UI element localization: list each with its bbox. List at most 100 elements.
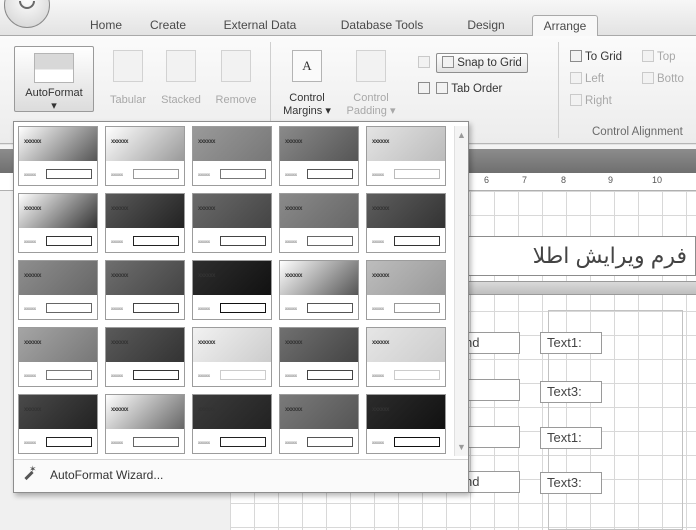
tab-order-icon (436, 82, 449, 94)
align-bottom-button[interactable]: Botto (642, 72, 684, 86)
tab-order-label: Tab Order (451, 83, 503, 95)
autoformat-style-thumbnail[interactable]: xxxxxx xxxxxx (18, 193, 98, 253)
scroll-down-icon[interactable]: ▼ (457, 442, 466, 452)
autoformat-style-thumbnail[interactable]: xxxxxx xxxxxx (105, 260, 185, 320)
text-control[interactable]: Text3: (540, 472, 602, 494)
ribbon-separator (558, 42, 559, 138)
thumbnail-textbox (307, 437, 353, 447)
tab-external-data[interactable]: External Data (210, 15, 310, 36)
thumbnail-textbox (46, 303, 92, 313)
align-bottom-icon (642, 72, 654, 84)
tab-arrange[interactable]: Arrange (532, 15, 598, 37)
thumbnail-title-text: xxxxxx (111, 206, 129, 212)
autoformat-style-thumbnail[interactable]: xxxxxx xxxxxx (366, 126, 446, 186)
stacked-button[interactable]: Stacked (158, 50, 204, 107)
thumbnail-textbox (220, 236, 266, 246)
thumbnail-textbox (220, 370, 266, 380)
thumbnail-title-text: xxxxxx (372, 139, 390, 145)
autoformat-style-thumbnail[interactable]: xxxxxx xxxxxx (279, 193, 359, 253)
form-title-label[interactable]: فرم ویرایش اطلا (440, 236, 696, 276)
thumbnail-textbox (133, 236, 179, 246)
autoformat-style-thumbnail[interactable]: xxxxxx xxxxxx (192, 394, 272, 454)
thumbnail-textbox (46, 437, 92, 447)
autoformat-style-thumbnail[interactable]: xxxxxx xxxxxx (279, 394, 359, 454)
thumbnail-textbox (220, 303, 266, 313)
autoformat-style-thumbnail[interactable]: xxxxxx xxxxxx (18, 260, 98, 320)
ruler-mark: 10 (652, 175, 663, 185)
autoformat-style-thumbnail[interactable]: xxxxxx xxxxxx (366, 260, 446, 320)
tab-home[interactable]: Home (78, 15, 134, 36)
snap-to-grid-toggle[interactable]: Snap to Grid (436, 53, 528, 73)
autoformat-style-thumbnail[interactable]: xxxxxx xxxxxx (192, 260, 272, 320)
align-top-icon (642, 50, 654, 62)
thumbnail-title-text: xxxxxx (372, 273, 390, 279)
thumbnail-title-text: xxxxxx (198, 139, 216, 145)
thumbnail-title-text: xxxxxx (111, 139, 129, 145)
remove-layout-icon (221, 50, 251, 82)
thumbnail-textbox (394, 169, 440, 179)
autoformat-style-thumbnail[interactable]: xxxxxx xxxxxx (279, 126, 359, 186)
thumbnail-textbox (307, 169, 353, 179)
text-control[interactable]: Text1: (540, 427, 602, 449)
autoformat-style-thumbnail[interactable]: xxxxxx xxxxxx (105, 327, 185, 387)
autoformat-style-thumbnail[interactable]: xxxxxx xxxxxx (105, 126, 185, 186)
autoformat-wizard-menu-item[interactable]: AutoFormat Wizard... (22, 464, 163, 482)
stacked-layout-icon (166, 50, 196, 82)
align-top-button[interactable]: Top (642, 50, 676, 64)
autoformat-style-thumbnail[interactable]: xxxxxx xxxxxx (105, 394, 185, 454)
thumbnail-textbox (394, 236, 440, 246)
tab-create[interactable]: Create (140, 15, 196, 36)
autoformat-style-thumbnail[interactable]: xxxxxx xxxxxx (192, 193, 272, 253)
tabular-layout-icon (113, 50, 143, 82)
ruler-mark: 9 (608, 175, 614, 185)
tab-order-button[interactable]: Tab Order (418, 82, 502, 96)
autoformat-style-thumbnail[interactable]: xxxxxx xxxxxx (18, 126, 98, 186)
align-left-button[interactable]: Left (570, 72, 604, 86)
autoformat-style-thumbnail[interactable]: xxxxxx xxxxxx (18, 394, 98, 454)
thumbnail-textbox (307, 303, 353, 313)
autoformat-style-thumbnail[interactable]: xxxxxx xxxxxx (192, 126, 272, 186)
dropdown-arrow-icon: ▾ (51, 100, 57, 112)
thumbnail-title-text: xxxxxx (285, 139, 303, 145)
thumbnail-textbox (307, 236, 353, 246)
thumbnail-label-text: xxxxxx (372, 373, 384, 378)
thumbnail-textbox (133, 370, 179, 380)
control-margins-button[interactable]: A Control Margins ▾ (278, 50, 336, 118)
thumbnail-label-text: xxxxxx (372, 172, 384, 177)
text-control[interactable]: Text1: (540, 332, 602, 354)
autoformat-style-thumbnail[interactable]: xxxxxx xxxxxx (366, 193, 446, 253)
text-control[interactable]: Text3: (540, 381, 602, 403)
thumbnail-label-text: xxxxxx (285, 306, 297, 311)
autoformat-style-thumbnail[interactable]: xxxxxx xxxxxx (105, 193, 185, 253)
magic-wand-icon (22, 464, 37, 482)
snap-to-grid-label: Snap to Grid (457, 57, 522, 69)
right-label: Right (585, 95, 612, 107)
office-button[interactable] (4, 0, 50, 28)
tabular-button[interactable]: Tabular (106, 50, 150, 107)
scroll-up-icon[interactable]: ▲ (457, 130, 466, 140)
thumbnail-textbox (133, 303, 179, 313)
autoformat-style-thumbnail[interactable]: xxxxxx xxxxxx (279, 327, 359, 387)
to-grid-label: To Grid (585, 51, 623, 63)
autoformat-icon (34, 53, 74, 83)
control-padding-button[interactable]: Control Padding ▾ (340, 50, 402, 118)
control-alignment-group-label: Control Alignment (592, 126, 683, 138)
control-margins-icon: A (292, 50, 322, 82)
tab-design[interactable]: Design (454, 15, 518, 36)
autoformat-style-thumbnail[interactable]: xxxxxx xxxxxx (366, 327, 446, 387)
remove-layout-button[interactable]: Remove (212, 50, 260, 107)
align-right-button[interactable]: Right (570, 94, 612, 108)
autoformat-gallery: xxxxxx xxxxxx xxxxxx xxxxxx xxxxxx xxxxxx xxxx… (13, 121, 469, 493)
autoformat-style-thumbnail[interactable]: xxxxxx xxxxxx (192, 327, 272, 387)
thumbnail-textbox (220, 169, 266, 179)
autoformat-button[interactable]: AutoFormat ▾ (14, 46, 94, 112)
align-to-grid-button[interactable]: To Grid (570, 50, 622, 64)
thumbnail-textbox (220, 437, 266, 447)
autoformat-style-thumbnail[interactable]: xxxxxx xxxxxx (279, 260, 359, 320)
gallery-scrollbar[interactable]: ▲ ▼ (454, 126, 468, 456)
autoformat-style-thumbnail[interactable]: xxxxxx xxxxxx (366, 394, 446, 454)
autoformat-style-thumbnail[interactable]: xxxxxx xxxxxx (18, 327, 98, 387)
thumbnail-label-text: xxxxxx (24, 172, 36, 177)
tab-database-tools[interactable]: Database Tools (326, 15, 438, 36)
snap-to-grid-button[interactable]: Snap to Grid (418, 53, 528, 73)
